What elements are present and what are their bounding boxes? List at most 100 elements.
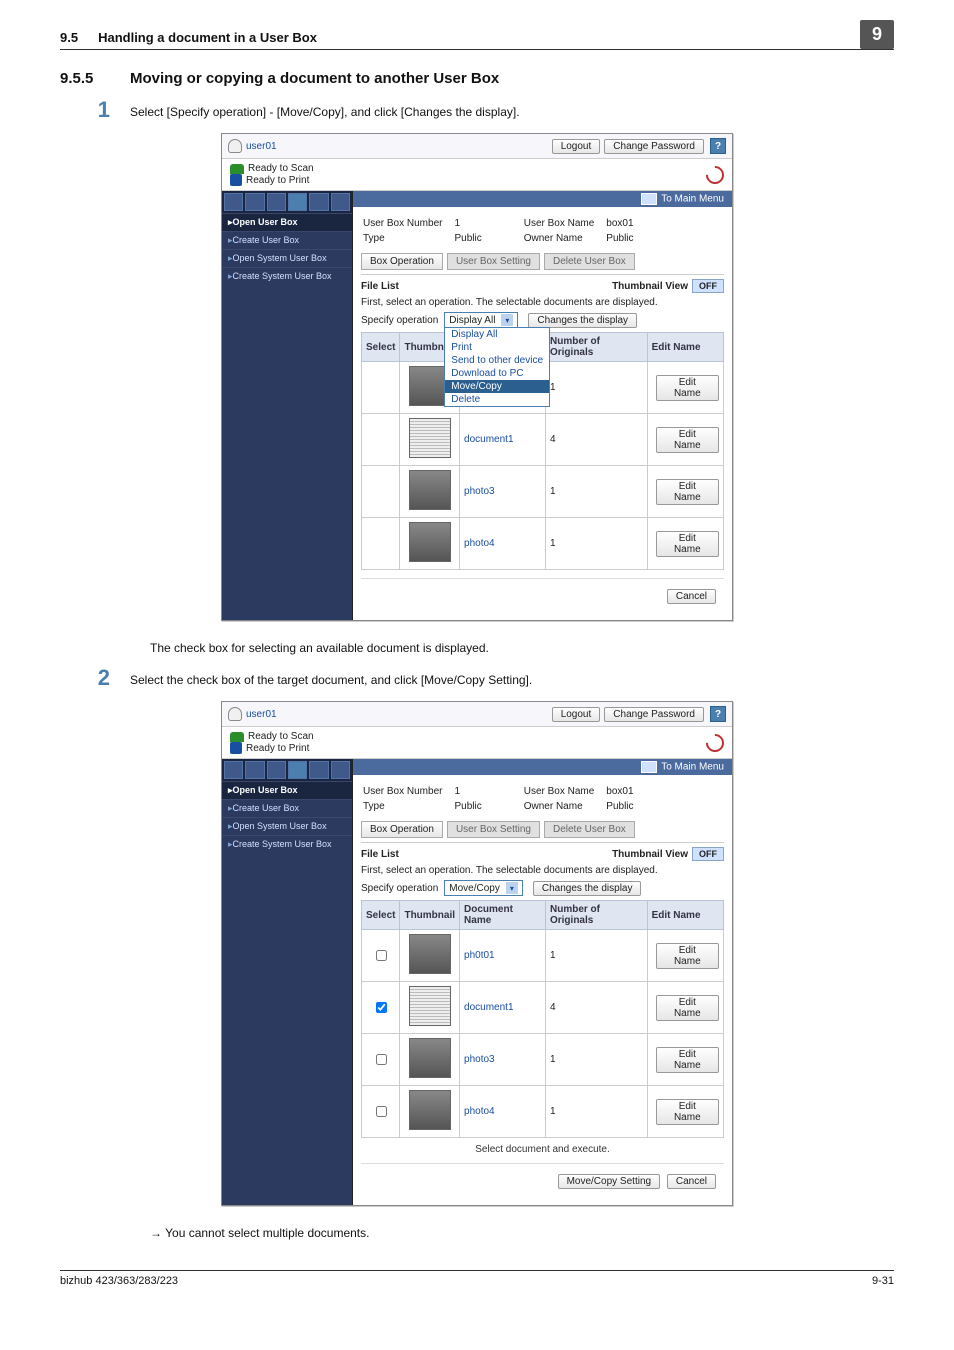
tab-icon-2[interactable] xyxy=(245,193,264,211)
thumbnail-view-toggle[interactable]: OFF xyxy=(692,847,724,861)
edit-name-button[interactable]: Edit Name xyxy=(656,1099,719,1125)
thumbnail-icon xyxy=(409,418,451,458)
document-name[interactable]: photo3 xyxy=(460,466,546,518)
file-list-instruction: First, select an operation. The selectab… xyxy=(361,865,724,876)
select-checkbox[interactable] xyxy=(376,1106,387,1117)
box-info: User Box Number1 User Box Namebox01 Type… xyxy=(361,215,646,247)
logout-button[interactable]: Logout xyxy=(552,139,601,154)
thumbnail-view-toggle[interactable]: OFF xyxy=(692,279,724,293)
user-icon xyxy=(228,139,242,153)
sidebar-create-system-user-box[interactable]: Create System User Box xyxy=(222,267,352,285)
tab-user-box-setting[interactable]: User Box Setting xyxy=(447,253,540,270)
edit-name-button[interactable]: Edit Name xyxy=(656,531,719,557)
tab-icon-6[interactable] xyxy=(331,193,350,211)
side-tab-icons xyxy=(222,191,352,213)
tab-icon-6[interactable] xyxy=(331,761,350,779)
changes-display-button[interactable]: Changes the display xyxy=(533,881,642,896)
cancel-button[interactable]: Cancel xyxy=(667,1174,716,1189)
tab-icon-4[interactable] xyxy=(288,193,307,211)
tab-icon-5[interactable] xyxy=(309,193,328,211)
edit-name-button[interactable]: Edit Name xyxy=(656,479,719,505)
sidebar-create-system-user-box[interactable]: Create System User Box xyxy=(222,835,352,853)
step-1-number: 1 xyxy=(60,97,130,123)
sidebar-open-user-box[interactable]: Open User Box xyxy=(222,781,352,799)
file-list-title: File List xyxy=(361,849,399,860)
change-password-button[interactable]: Change Password xyxy=(604,139,704,154)
tab-icon-1[interactable] xyxy=(224,761,243,779)
sidebar-open-system-user-box[interactable]: Open System User Box xyxy=(222,817,352,835)
select-checkbox[interactable] xyxy=(376,1002,387,1013)
tab-box-operation[interactable]: Box Operation xyxy=(361,821,443,838)
section-number: 9.5 xyxy=(60,30,78,45)
scan-status: Ready to Scan xyxy=(248,731,314,742)
edit-name-button[interactable]: Edit Name xyxy=(656,427,719,453)
document-name[interactable]: document1 xyxy=(460,414,546,466)
help-icon[interactable]: ? xyxy=(710,706,726,722)
specify-operation-dropdown[interactable]: Display All Print Send to other device D… xyxy=(444,327,550,407)
file-list-table: Select Thumbnail Document Name Number of… xyxy=(361,900,724,1138)
edit-name-button[interactable]: Edit Name xyxy=(656,375,719,401)
sidebar-create-user-box[interactable]: Create User Box xyxy=(222,799,352,817)
table-row: ph0t01 1 Edit Name xyxy=(362,930,724,982)
document-name[interactable]: photo3 xyxy=(460,1034,546,1086)
to-main-menu[interactable]: To Main Menu xyxy=(661,194,724,205)
tab-icon-2[interactable] xyxy=(245,761,264,779)
edit-name-button[interactable]: Edit Name xyxy=(656,943,719,969)
reload-icon[interactable] xyxy=(702,730,727,755)
thumbnail-icon xyxy=(409,522,451,562)
thumbnail-icon xyxy=(409,470,451,510)
select-checkbox[interactable] xyxy=(376,1054,387,1065)
caption-1: The check box for selecting an available… xyxy=(150,641,894,655)
document-name[interactable]: ph0t01 xyxy=(460,930,546,982)
subsection-title: Moving or copying a document to another … xyxy=(130,70,499,87)
edit-name-button[interactable]: Edit Name xyxy=(656,1047,719,1073)
table-row: photo4 1 Edit Name xyxy=(362,1086,724,1138)
tab-user-box-setting[interactable]: User Box Setting xyxy=(447,821,540,838)
tab-icon-1[interactable] xyxy=(224,193,243,211)
file-list-instruction: First, select an operation. The selectab… xyxy=(361,297,724,308)
main-menu-icon xyxy=(641,193,657,205)
thumbnail-view-label: Thumbnail View xyxy=(612,849,688,860)
help-icon[interactable]: ? xyxy=(710,138,726,154)
table-row: document1 4 Edit Name xyxy=(362,982,724,1034)
user-name: user01 xyxy=(246,709,277,720)
print-status: Ready to Print xyxy=(246,743,309,754)
sidebar-open-system-user-box[interactable]: Open System User Box xyxy=(222,249,352,267)
cancel-button[interactable]: Cancel xyxy=(667,589,716,604)
table-row: document1 4 Edit Name xyxy=(362,414,724,466)
main-menu-icon xyxy=(641,761,657,773)
thumbnail-icon xyxy=(409,934,451,974)
edit-name-button[interactable]: Edit Name xyxy=(656,995,719,1021)
to-main-menu[interactable]: To Main Menu xyxy=(661,762,724,773)
file-list-title: File List xyxy=(361,281,399,292)
document-name[interactable]: document1 xyxy=(460,982,546,1034)
sidebar-open-user-box[interactable]: Open User Box xyxy=(222,213,352,231)
step-2-number: 2 xyxy=(60,665,130,691)
select-checkbox[interactable] xyxy=(376,950,387,961)
side-tab-icons xyxy=(222,759,352,781)
specify-operation-select[interactable]: Move/Copy ▾ xyxy=(444,880,523,896)
document-name[interactable]: photo4 xyxy=(460,518,546,570)
sidebar-create-user-box[interactable]: Create User Box xyxy=(222,231,352,249)
reload-icon[interactable] xyxy=(702,162,727,187)
box-info: User Box Number1 User Box Namebox01 Type… xyxy=(361,783,646,815)
document-name[interactable]: photo4 xyxy=(460,1086,546,1138)
tab-delete-user-box[interactable]: Delete User Box xyxy=(544,253,635,270)
thumbnail-view-label: Thumbnail View xyxy=(612,281,688,292)
tab-icon-3[interactable] xyxy=(267,193,286,211)
tab-box-operation[interactable]: Box Operation xyxy=(361,253,443,270)
tab-icon-4[interactable] xyxy=(288,761,307,779)
tab-icon-3[interactable] xyxy=(267,761,286,779)
specify-operation-select[interactable]: Display All ▾ Display All Print Send to … xyxy=(444,312,518,328)
changes-display-button[interactable]: Changes the display xyxy=(528,313,637,328)
scan-icon xyxy=(230,732,244,742)
tab-icon-5[interactable] xyxy=(309,761,328,779)
logout-button[interactable]: Logout xyxy=(552,707,601,722)
print-icon xyxy=(230,742,242,754)
change-password-button[interactable]: Change Password xyxy=(604,707,704,722)
thumbnail-icon xyxy=(409,1090,451,1130)
tab-delete-user-box[interactable]: Delete User Box xyxy=(544,821,635,838)
chevron-down-icon: ▾ xyxy=(506,882,518,894)
move-copy-setting-button[interactable]: Move/Copy Setting xyxy=(558,1174,661,1189)
thumbnail-icon xyxy=(409,986,451,1026)
